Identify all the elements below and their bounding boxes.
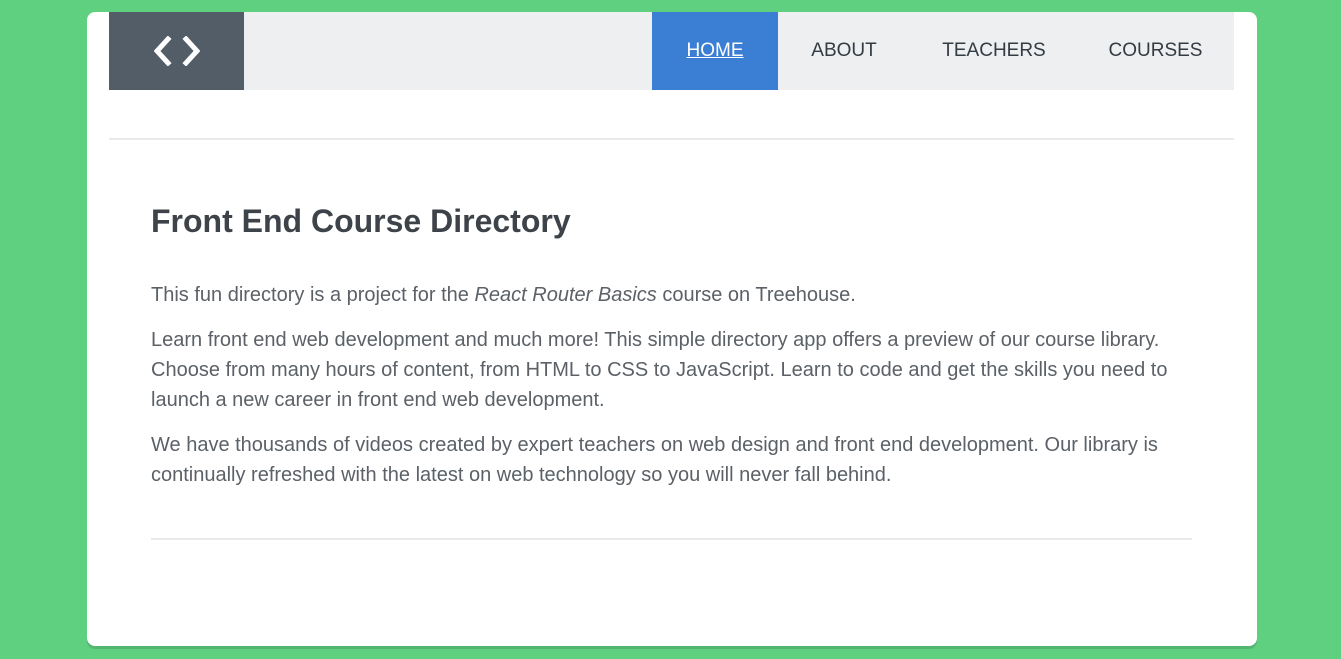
site-header: HOME ABOUT TEACHERS COURSES	[109, 12, 1234, 90]
intro-paragraph: This fun directory is a project for the …	[151, 280, 1193, 310]
course-name: React Router Basics	[474, 284, 657, 306]
intro-text-end: course on Treehouse.	[656, 284, 856, 306]
intro-text-start: This fun directory is a project for the	[151, 284, 475, 306]
main-nav: HOME ABOUT TEACHERS COURSES	[652, 12, 1233, 90]
code-brackets-icon	[153, 36, 200, 66]
site-logo[interactable]	[109, 12, 244, 90]
library-paragraph: We have thousands of videos created by e…	[151, 434, 1158, 486]
nav-about-link[interactable]: ABOUT	[778, 12, 910, 90]
main-content: Front End Course Directory This fun dire…	[151, 198, 1193, 490]
main-container: HOME ABOUT TEACHERS COURSES Front End Co…	[87, 12, 1257, 646]
header-divider	[109, 138, 1234, 140]
nav-home-link[interactable]: HOME	[652, 12, 778, 90]
nav-courses-link[interactable]: COURSES	[1078, 12, 1233, 90]
content-divider	[151, 538, 1192, 540]
nav-teachers-link[interactable]: TEACHERS	[910, 12, 1078, 90]
description-paragraph: Learn front end web development and much…	[151, 329, 1168, 411]
page-title: Front End Course Directory	[151, 203, 571, 239]
